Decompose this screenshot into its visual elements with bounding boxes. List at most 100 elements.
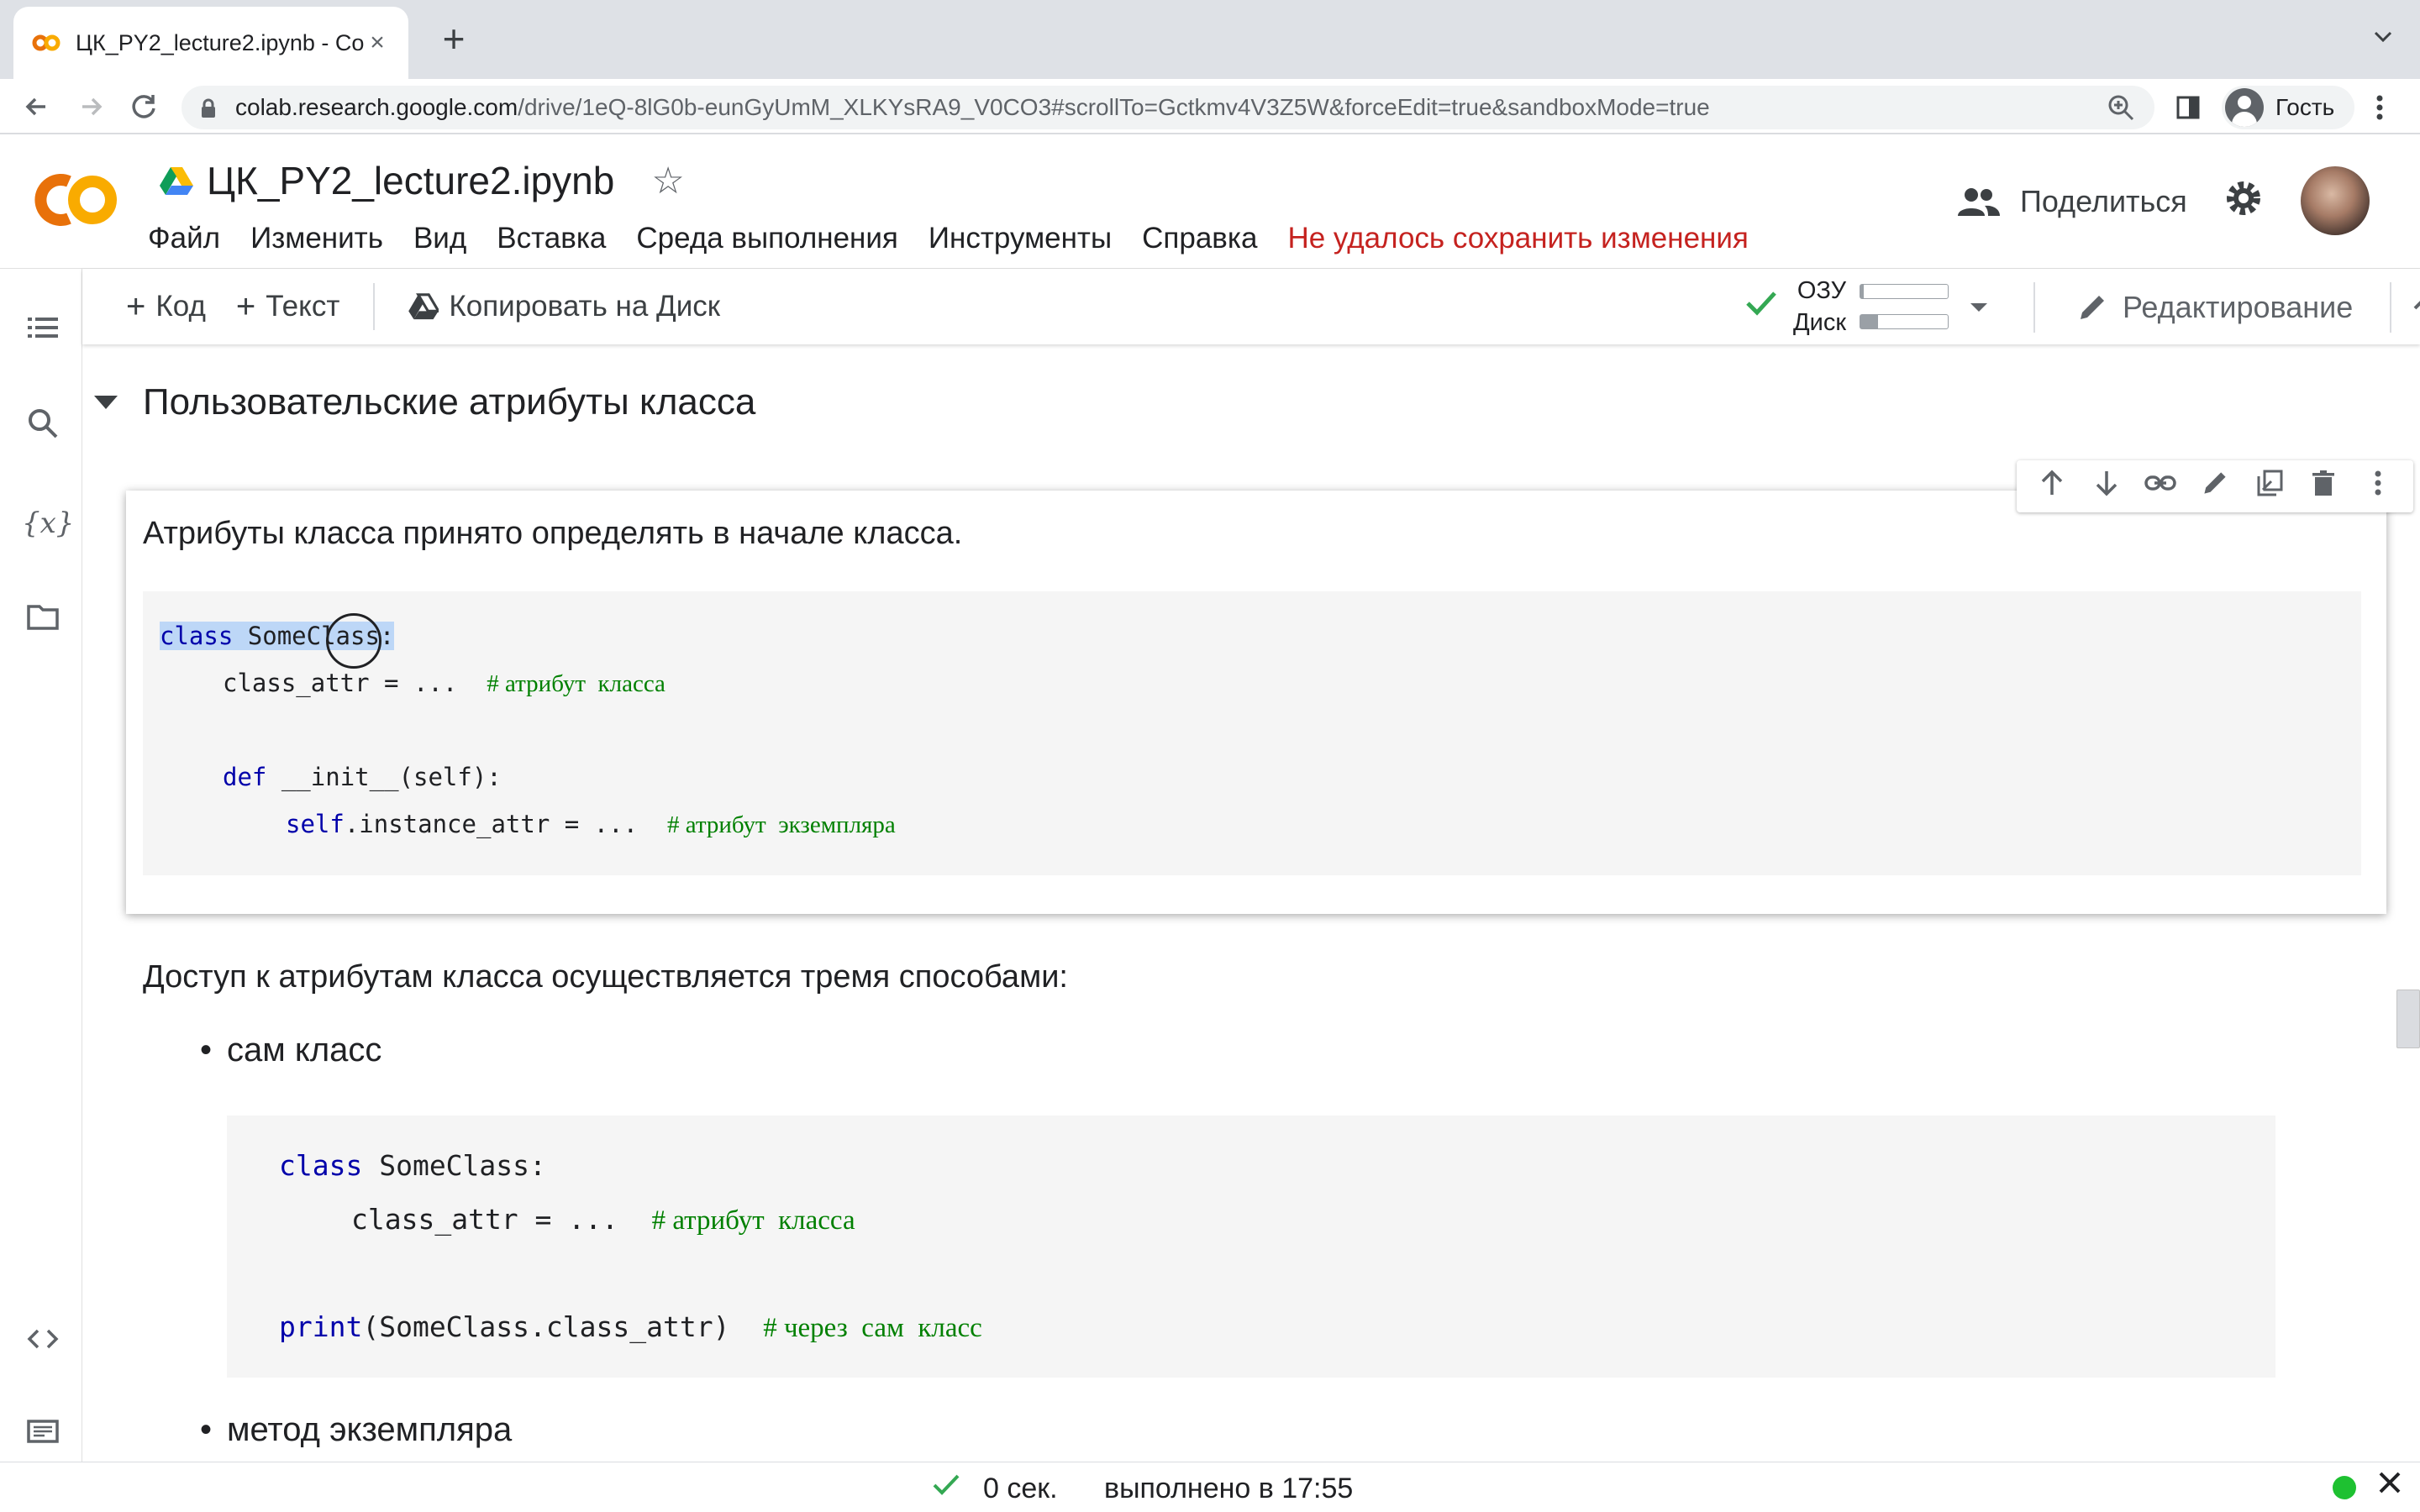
mirror-cell-icon[interactable] bbox=[2251, 468, 2288, 505]
link-icon[interactable] bbox=[2142, 468, 2179, 505]
close-status-icon[interactable] bbox=[2375, 1467, 2405, 1506]
menu-help[interactable]: Справка bbox=[1142, 222, 1257, 255]
add-code-label: Код bbox=[155, 290, 206, 323]
user-avatar[interactable] bbox=[2301, 166, 2370, 235]
resources-indicator[interactable]: ОЗУ Диск bbox=[1743, 276, 1989, 338]
editing-mode-label: Редактирование bbox=[2123, 290, 2354, 324]
browser-tabstrip: ЦК_PY2_lecture2.ipynb - Colab × + bbox=[0, 0, 2420, 79]
collapse-section-triangle-icon[interactable] bbox=[94, 396, 118, 409]
section-heading: Пользовательские атрибуты класса bbox=[94, 381, 755, 423]
code1-line2: class_attr = ... # атрибут класса bbox=[223, 669, 666, 697]
copy-to-drive-button[interactable]: Копировать на Диск bbox=[393, 281, 735, 332]
address-bar[interactable]: colab.research.google.com/drive/1eQ-8lG0… bbox=[182, 86, 2154, 129]
notebook-title[interactable]: ЦК_PY2_lecture2.ipynb bbox=[207, 158, 614, 203]
browser-toolbar: colab.research.google.com/drive/1eQ-8lG0… bbox=[0, 79, 2420, 134]
editing-mode-button[interactable]: Редактирование bbox=[2033, 282, 2353, 333]
ram-label: ОЗУ bbox=[1797, 277, 1847, 304]
scrollbar-thumb[interactable] bbox=[2396, 990, 2420, 1048]
plus-icon: + bbox=[235, 287, 256, 325]
people-icon bbox=[1958, 188, 2000, 216]
save-error-message[interactable]: Не удалось сохранить изменения bbox=[1287, 222, 1748, 255]
lock-icon[interactable] bbox=[200, 98, 217, 118]
add-text-label: Текст bbox=[266, 290, 340, 323]
reload-icon[interactable] bbox=[124, 87, 163, 126]
code-block-2[interactable]: class SomeClass: class_attr = ... # атри… bbox=[227, 1116, 2275, 1378]
files-folder-icon[interactable] bbox=[22, 600, 64, 642]
runtime-status-dot bbox=[2333, 1476, 2356, 1499]
resources-dropdown-icon[interactable] bbox=[1969, 292, 1989, 321]
side-panel-icon[interactable] bbox=[2173, 86, 2203, 129]
profile-label: Гость bbox=[2275, 94, 2335, 120]
search-icon[interactable] bbox=[22, 407, 64, 449]
tab-close-icon[interactable]: × bbox=[365, 30, 390, 55]
menu-edit[interactable]: Изменить bbox=[250, 222, 383, 255]
code2-line4: print(SomeClass.class_attr) # через сам … bbox=[279, 1310, 982, 1343]
code-block-1[interactable]: class SomeClass: class_attr = ... # атри… bbox=[143, 591, 2361, 875]
plus-icon: + bbox=[126, 287, 146, 325]
menu-tools[interactable]: Инструменты bbox=[929, 222, 1112, 255]
access-paragraph: Доступ к атрибутам класса осуществляется… bbox=[143, 959, 1068, 995]
toolbar-divider bbox=[373, 283, 376, 330]
terminal-icon[interactable] bbox=[22, 1415, 64, 1457]
delete-trash-icon[interactable] bbox=[2305, 468, 2342, 505]
table-of-contents-icon[interactable] bbox=[22, 311, 64, 353]
profile-button[interactable]: Гость bbox=[2222, 86, 2355, 129]
bullet-item-2: метод экземпляра bbox=[200, 1411, 512, 1449]
tab-title: ЦК_PY2_lecture2.ipynb - Colab bbox=[76, 29, 365, 55]
browser-tab[interactable]: ЦК_PY2_lecture2.ipynb - Colab × bbox=[13, 7, 408, 79]
colab-header: ЦК_PY2_lecture2.ipynb ☆ Файл Изменить Ви… bbox=[0, 134, 2420, 269]
move-cell-up-icon[interactable] bbox=[2033, 468, 2070, 505]
colab-logo-icon[interactable] bbox=[30, 166, 119, 234]
execution-completed-time[interactable]: выполнено в 17:55 bbox=[1104, 1473, 1353, 1505]
more-options-icon[interactable] bbox=[2360, 468, 2396, 505]
zoom-icon[interactable] bbox=[2106, 92, 2136, 123]
colab-favicon-icon bbox=[32, 34, 60, 51]
variables-icon[interactable]: {x} bbox=[22, 502, 74, 544]
menu-insert[interactable]: Вставка bbox=[497, 222, 606, 255]
ram-usage-bar bbox=[1860, 284, 1949, 299]
code1-line4: def __init__(self): bbox=[223, 763, 502, 791]
code-snippets-icon[interactable] bbox=[22, 1322, 64, 1364]
execution-check-icon bbox=[931, 1469, 961, 1508]
resource-labels: ОЗУ Диск bbox=[1793, 275, 1846, 339]
resource-bars bbox=[1860, 284, 1949, 329]
connected-check-icon bbox=[1743, 284, 1780, 330]
menu-view[interactable]: Вид bbox=[413, 222, 466, 255]
menu-file[interactable]: Файл bbox=[148, 222, 220, 255]
section-title: Пользовательские атрибуты класса bbox=[143, 381, 756, 423]
add-code-button[interactable]: + Код bbox=[111, 281, 221, 332]
menu-bar: Файл Изменить Вид Вставка Среда выполнен… bbox=[148, 217, 1779, 260]
selected-text-cell[interactable]: Атрибуты класса принято определять в нач… bbox=[126, 460, 2413, 914]
code1-line5: self.instance_attr = ... # атрибут экзем… bbox=[286, 810, 896, 838]
collapse-header-chevron-icon[interactable] bbox=[2390, 282, 2420, 333]
edit-pencil-icon[interactable] bbox=[2196, 468, 2233, 505]
move-cell-down-icon[interactable] bbox=[2088, 468, 2125, 505]
status-bar: 0 сек. выполнено в 17:55 bbox=[0, 1462, 2420, 1512]
forward-arrow-icon[interactable] bbox=[71, 87, 109, 126]
code2-line1: class SomeClass: bbox=[279, 1149, 546, 1182]
url-text: colab.research.google.com/drive/1eQ-8lG0… bbox=[235, 94, 1710, 120]
settings-gear-icon[interactable] bbox=[2218, 176, 2269, 227]
notebook-content[interactable]: Пользовательские атрибуты класса Атрибут… bbox=[82, 344, 2420, 1462]
cell-paragraph: Атрибуты класса принято определять в нач… bbox=[143, 516, 963, 551]
notebook-title-area: ЦК_PY2_lecture2.ipynb ☆ bbox=[160, 151, 685, 210]
execution-duration: 0 сек. bbox=[983, 1473, 1058, 1504]
back-arrow-icon[interactable] bbox=[18, 87, 57, 126]
mouse-cursor-highlight bbox=[326, 613, 381, 669]
tab-search-chevron-icon[interactable] bbox=[2366, 24, 2400, 57]
drive-icon bbox=[408, 293, 439, 320]
share-button[interactable]: Поделиться bbox=[1956, 176, 2187, 227]
star-icon[interactable]: ☆ bbox=[651, 160, 684, 202]
menu-runtime[interactable]: Среда выполнения bbox=[636, 222, 898, 255]
bullet-item-1: сам класс bbox=[200, 1032, 381, 1069]
add-text-button[interactable]: + Текст bbox=[221, 281, 355, 332]
copy-to-drive-label: Копировать на Диск bbox=[449, 290, 721, 323]
pencil-icon bbox=[2081, 296, 2104, 319]
google-drive-icon[interactable] bbox=[160, 165, 193, 196]
cell-toolbar bbox=[2017, 460, 2413, 512]
code2-line2: class_attr = ... # атрибут класса bbox=[351, 1203, 855, 1236]
disk-usage-bar bbox=[1860, 314, 1949, 329]
share-label: Поделиться bbox=[2020, 184, 2187, 218]
browser-menu-icon[interactable] bbox=[2371, 86, 2388, 129]
new-tab-button[interactable]: + bbox=[435, 19, 472, 58]
